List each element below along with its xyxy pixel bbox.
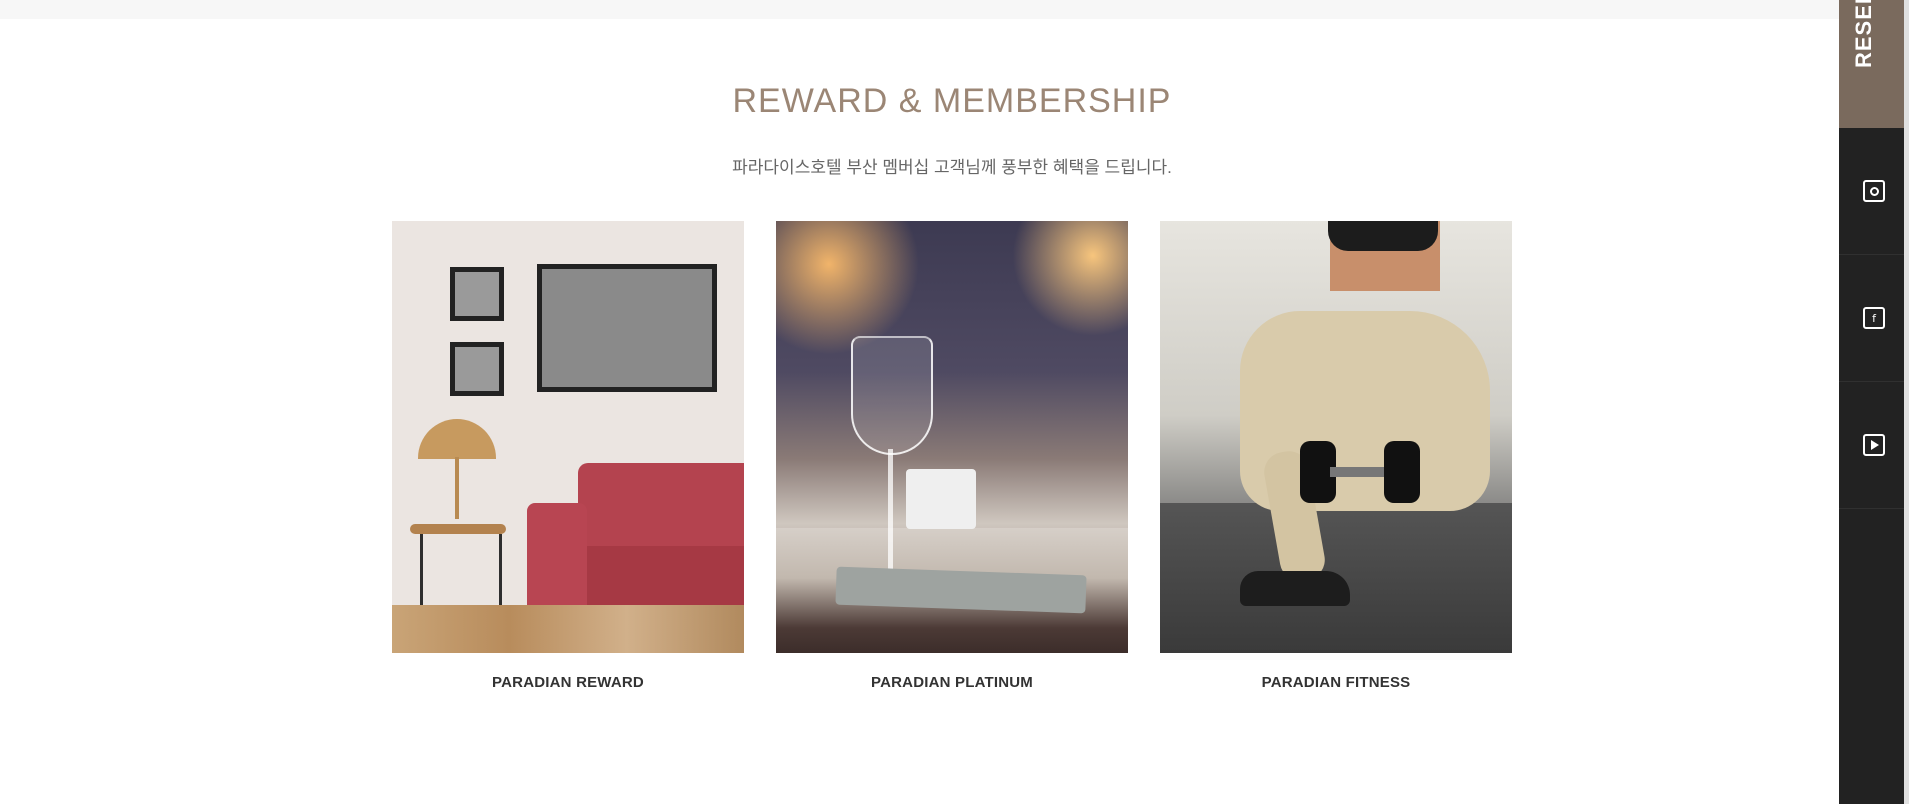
reserve-label: RESERV [1851, 0, 1876, 68]
card-paradian-platinum[interactable]: PARADIAN PLATINUM [776, 221, 1128, 691]
facebook-link[interactable]: f [1839, 255, 1909, 382]
scrollbar[interactable] [1904, 0, 1909, 804]
reserve-button[interactable]: RESERV [1839, 0, 1909, 128]
card-label[interactable]: PARADIAN PLATINUM [776, 674, 1128, 691]
membership-cards: PARADIAN REWARD PARADIAN PLATINUM PARADI [392, 221, 1512, 701]
instagram-link[interactable] [1839, 128, 1909, 255]
wine-glass-photo[interactable] [776, 221, 1128, 653]
section-title: REWARD & MEMBERSHIP [732, 82, 1172, 120]
living-room-photo[interactable] [392, 221, 744, 653]
card-paradian-fitness[interactable]: PARADIAN FITNESS [1160, 221, 1512, 691]
header-strip [0, 0, 1839, 19]
instagram-icon [1863, 180, 1885, 202]
fitness-photo[interactable] [1160, 221, 1512, 653]
youtube-link[interactable] [1839, 382, 1909, 509]
youtube-icon [1863, 434, 1885, 456]
card-paradian-reward[interactable]: PARADIAN REWARD [392, 221, 744, 691]
card-label[interactable]: PARADIAN REWARD [392, 674, 744, 691]
card-label[interactable]: PARADIAN FITNESS [1160, 674, 1512, 691]
facebook-icon: f [1863, 307, 1885, 329]
quick-sidebar: RESERV f [1839, 0, 1909, 804]
section-subtitle: 파라다이스호텔 부산 멤버십 고객님께 풍부한 혜택을 드립니다. [732, 158, 1172, 177]
